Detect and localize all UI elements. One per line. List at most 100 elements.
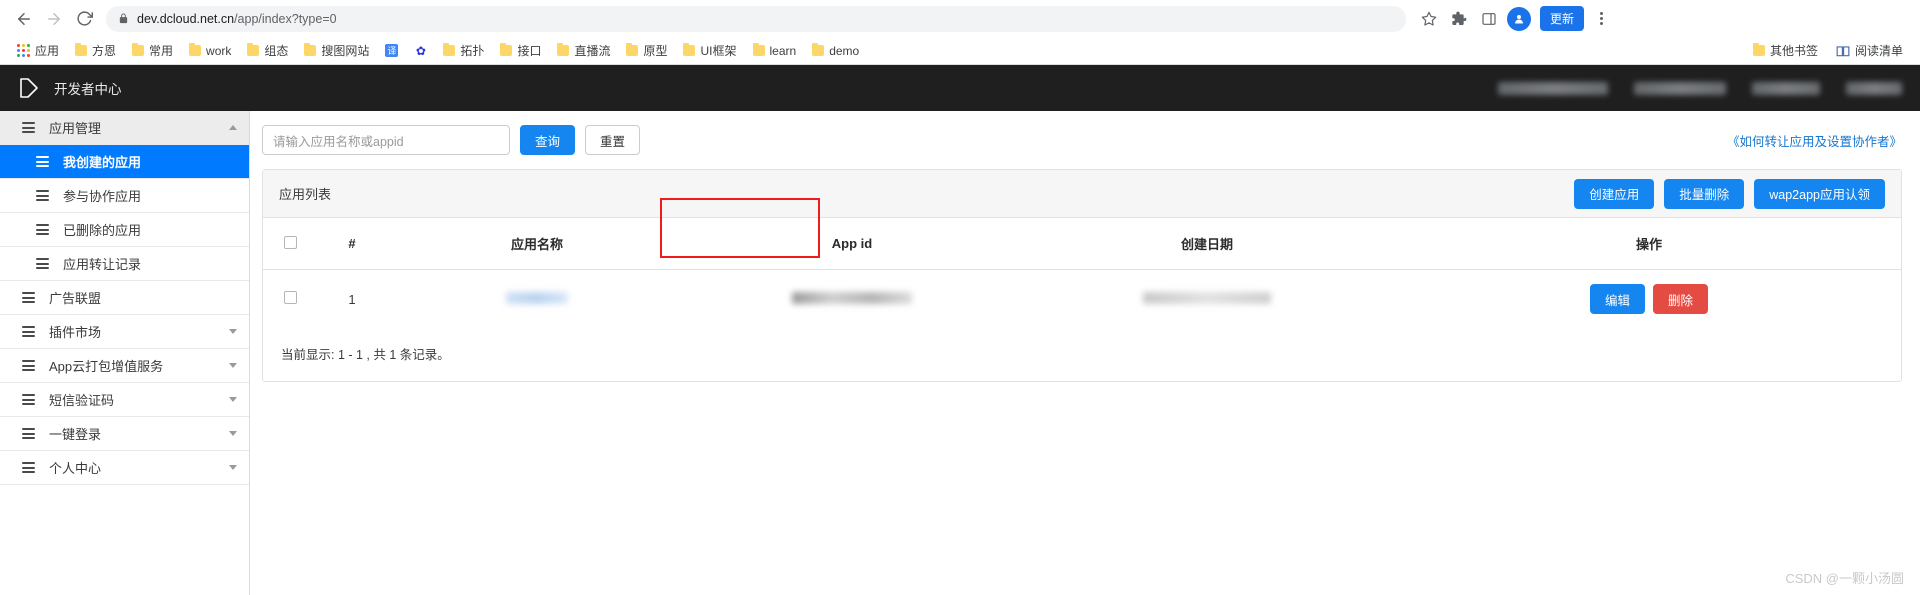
th-select-all — [263, 218, 317, 270]
bookmark-item-tuopu[interactable]: 拓扑 — [436, 40, 491, 61]
kebab-dots — [1591, 12, 1611, 25]
header-blur-4 — [1846, 81, 1902, 95]
update-button[interactable]: 更新 — [1540, 6, 1585, 31]
bookmark-item-work[interactable]: work — [182, 42, 238, 60]
batch-delete-button[interactable]: 批量删除 — [1664, 178, 1745, 209]
search-placeholder: 请输入应用名称或appid — [273, 134, 404, 149]
app-title: 开发者中心 — [54, 82, 122, 97]
translate-icon: 译 — [385, 44, 399, 57]
query-button[interactable]: 查询 — [520, 125, 576, 155]
table-row: 1 编辑 删除 — [263, 270, 1901, 329]
other-bookmarks-label: 其他书签 — [1769, 44, 1818, 58]
create-app-button[interactable]: 创建应用 — [1574, 178, 1655, 209]
sidebar-item-label: 短信验证码 — [49, 393, 115, 408]
folder-icon — [189, 43, 202, 56]
bookmark-label: 常用 — [149, 44, 174, 58]
header-user-area — [1498, 81, 1902, 95]
reload-icon[interactable] — [70, 5, 98, 33]
sidebar-item-deleted-apps[interactable]: 已删除的应用 — [0, 213, 249, 247]
bookmark-item-zhiboliu[interactable]: 直播流 — [550, 40, 617, 61]
sidebar-item-label: App云打包增值服务 — [49, 359, 164, 374]
menu-lines-icon — [22, 122, 35, 133]
redacted-created-date — [1143, 291, 1271, 304]
transfer-help-link[interactable]: 《如何转让应用及设置协作者》 — [1727, 131, 1902, 150]
row-checkbox[interactable] — [283, 291, 297, 304]
delete-button[interactable]: 删除 — [1653, 284, 1709, 314]
sidebar-item-my-apps[interactable]: 我创建的应用 — [0, 145, 249, 179]
chevron-down-icon — [229, 397, 237, 402]
sidebar-item-ad-alliance[interactable]: 广告联盟 — [0, 281, 249, 315]
sidebar-item-label: 我创建的应用 — [63, 155, 142, 170]
chevron-down-icon — [229, 431, 237, 436]
bookmark-item-zutai[interactable]: 组态 — [240, 40, 295, 61]
folder-icon — [132, 43, 145, 56]
bookmark-star-icon[interactable] — [1416, 6, 1442, 32]
sidebar-item-collab-apps[interactable]: 参与协作应用 — [0, 179, 249, 213]
other-bookmarks-folder[interactable]: 其他书签 — [1746, 40, 1825, 61]
back-arrow-icon[interactable] — [10, 5, 38, 33]
row-action-group: 编辑 删除 — [1397, 284, 1901, 314]
side-panel-icon[interactable] — [1476, 6, 1502, 32]
app-list-panel: 应用列表 创建应用 批量删除 wap2app应用认领 # 应用名称 App id… — [262, 169, 1902, 382]
dcloud-logo-icon[interactable] — [18, 76, 40, 100]
url-path: /app/index?type=0 — [234, 11, 337, 26]
main-content: 请输入应用名称或appid 查询 重置 《如何转让应用及设置协作者》 应用列表 … — [250, 111, 1920, 595]
sidebar-item-one-click-login[interactable]: 一键登录 — [0, 417, 249, 451]
bookmark-item-learn[interactable]: learn — [746, 42, 804, 60]
baidu-icon: ✿ — [415, 43, 426, 58]
toolbar-icon-group: 更新 — [1416, 6, 1614, 32]
header-blur-2 — [1634, 81, 1726, 95]
bookmark-item-baidu[interactable]: ✿ — [407, 42, 434, 59]
sidebar-item-transfer-records[interactable]: 应用转让记录 — [0, 247, 249, 281]
watermark: CSDN @一颗小汤圆 — [1785, 571, 1904, 586]
sidebar-item-user-center[interactable]: 个人中心 — [0, 451, 249, 485]
header-blur-1 — [1498, 81, 1608, 95]
chevron-down-icon — [229, 465, 237, 470]
bookmark-label: 直播流 — [574, 44, 611, 58]
bookmarks-right-group: 其他书签 阅读清单 — [1746, 40, 1910, 61]
bookmark-item-uikuangjia[interactable]: UI框架 — [676, 40, 743, 61]
three-dot-menu-icon[interactable] — [1588, 6, 1614, 32]
sidebar-item-label: 一键登录 — [49, 427, 102, 442]
reset-button[interactable]: 重置 — [585, 125, 641, 155]
bookmark-label: 方恩 — [92, 44, 117, 58]
th-app-name: 应用名称 — [387, 218, 687, 270]
folder-icon — [443, 43, 456, 56]
sidebar-item-label: 插件市场 — [49, 325, 102, 340]
sidebar-item-plugin-market[interactable]: 插件市场 — [0, 315, 249, 349]
header-blur-3 — [1752, 81, 1820, 95]
address-bar[interactable]: dev.dcloud.net.cn/app/index?type=0 — [106, 5, 1406, 32]
sidebar-item-sms-code[interactable]: 短信验证码 — [0, 383, 249, 417]
bookmark-label: demo — [829, 43, 860, 58]
bookmark-item-yuanxing[interactable]: 原型 — [619, 40, 674, 61]
row-created-date — [1017, 270, 1397, 329]
menu-lines-icon — [22, 394, 35, 405]
reading-list-label: 阅读清单 — [1854, 44, 1903, 58]
search-input[interactable]: 请输入应用名称或appid — [262, 125, 510, 155]
folder-icon — [752, 43, 765, 56]
profile-avatar[interactable] — [1506, 6, 1532, 32]
bookmark-item-changyong[interactable]: 常用 — [125, 40, 180, 61]
sidebar-item-label: 应用管理 — [49, 121, 102, 136]
redacted-app-id — [792, 291, 912, 304]
folder-icon — [304, 43, 317, 56]
edit-button[interactable]: 编辑 — [1589, 284, 1645, 314]
sidebar-item-label: 参与协作应用 — [63, 189, 142, 204]
bookmark-item-jiekou[interactable]: 接口 — [493, 40, 548, 61]
extensions-puzzle-icon[interactable] — [1446, 6, 1472, 32]
bookmark-item-soutu[interactable]: 搜图网站 — [297, 40, 376, 61]
sidebar-group-app-management[interactable]: 应用管理 — [0, 111, 249, 145]
reading-list-button[interactable]: 阅读清单 — [1829, 40, 1910, 61]
bookmark-item-fangen[interactable]: 方恩 — [68, 40, 123, 61]
apps-grid-icon — [17, 44, 30, 57]
sidebar-item-cloud-packaging[interactable]: App云打包增值服务 — [0, 349, 249, 383]
table-head: # 应用名称 App id 创建日期 操作 — [263, 218, 1901, 270]
bookmark-item-demo[interactable]: demo — [805, 42, 866, 60]
menu-lines-icon — [22, 292, 35, 303]
pagination-summary: 当前显示: 1 - 1 , 共 1 条记录。 — [281, 348, 450, 362]
select-all-checkbox[interactable] — [283, 235, 297, 249]
bookmark-apps[interactable]: 应用 — [10, 40, 66, 61]
forward-arrow-icon[interactable] — [40, 5, 68, 33]
wap2app-claim-button[interactable]: wap2app应用认领 — [1754, 178, 1885, 209]
bookmark-item-translate[interactable]: 译 — [378, 42, 405, 59]
